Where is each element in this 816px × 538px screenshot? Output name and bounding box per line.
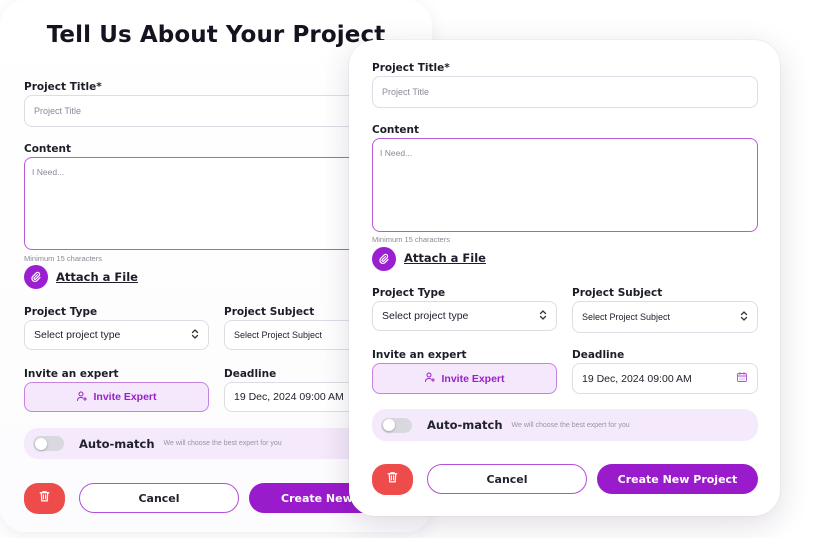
automatch-description: We will choose the best expert for you [163, 440, 282, 447]
delete-button[interactable] [372, 464, 413, 495]
project-title-label: Project Title* [372, 62, 450, 74]
front-form-card: Project Title* Project Title Content I N… [349, 40, 780, 516]
deadline-value: 19 Dec, 2024 09:00 AM [234, 391, 344, 403]
content-hint: Minimum 15 characters [372, 235, 450, 244]
project-type-label: Project Type [24, 306, 98, 318]
chevron-updown-icon [191, 328, 199, 342]
chevron-updown-icon [740, 311, 748, 323]
invite-expert-button-label: Invite Expert [93, 391, 157, 403]
trash-icon [386, 470, 399, 489]
automatch-toggle[interactable] [33, 436, 64, 451]
project-type-label: Project Type [372, 287, 446, 299]
automatch-toggle[interactable] [381, 417, 412, 433]
content-textarea[interactable]: I Need... [372, 138, 758, 232]
automatch-label: Auto-match [427, 418, 503, 432]
deadline-value: 19 Dec, 2024 09:00 AM [582, 372, 692, 385]
invite-expert-button-label: Invite Expert [441, 372, 505, 385]
project-title-label: Project Title* [24, 81, 102, 93]
user-plus-icon [76, 390, 88, 405]
attach-file-link[interactable]: Attach a File [56, 270, 138, 284]
content-hint: Minimum 15 characters [24, 254, 102, 263]
automatch-row: Auto-match We will choose the best exper… [372, 409, 758, 441]
content-label: Content [372, 124, 420, 136]
project-subject-label: Project Subject [572, 287, 663, 299]
paperclip-icon[interactable] [372, 247, 396, 271]
automatch-label: Auto-match [79, 436, 155, 451]
invite-expert-label: Invite an expert [372, 349, 467, 361]
paperclip-icon[interactable] [24, 265, 48, 289]
delete-button[interactable] [24, 483, 65, 514]
automatch-description: We will choose the best expert for you [511, 421, 630, 429]
project-type-select[interactable]: Select project type [24, 320, 209, 350]
calendar-icon[interactable] [736, 371, 748, 386]
deadline-label: Deadline [572, 349, 625, 361]
project-type-select[interactable]: Select project type [372, 301, 557, 331]
chevron-updown-icon [539, 309, 547, 323]
project-type-value: Select project type [382, 310, 469, 322]
deadline-input[interactable]: 19 Dec, 2024 09:00 AM [572, 363, 758, 394]
invite-expert-button[interactable]: Invite Expert [24, 382, 209, 412]
project-subject-value: Select Project Subject [582, 312, 671, 322]
user-plus-icon [424, 371, 436, 386]
invite-expert-label: Invite an expert [24, 368, 119, 380]
project-subject-value: Select Project Subject [234, 330, 323, 340]
attach-file-link[interactable]: Attach a File [404, 251, 486, 265]
content-label: Content [24, 143, 72, 155]
toggle-knob [34, 437, 47, 450]
project-type-value: Select project type [34, 329, 121, 341]
invite-expert-button[interactable]: Invite Expert [372, 363, 557, 394]
cancel-button[interactable]: Cancel [79, 483, 239, 513]
create-project-button[interactable]: Create New Project [597, 464, 758, 494]
trash-icon [38, 489, 51, 508]
project-title-input[interactable]: Project Title [372, 76, 758, 108]
project-subject-label: Project Subject [224, 306, 315, 318]
toggle-knob [382, 419, 395, 431]
project-subject-select[interactable]: Select Project Subject [572, 301, 758, 333]
cancel-button[interactable]: Cancel [427, 464, 587, 494]
deadline-label: Deadline [224, 368, 277, 380]
